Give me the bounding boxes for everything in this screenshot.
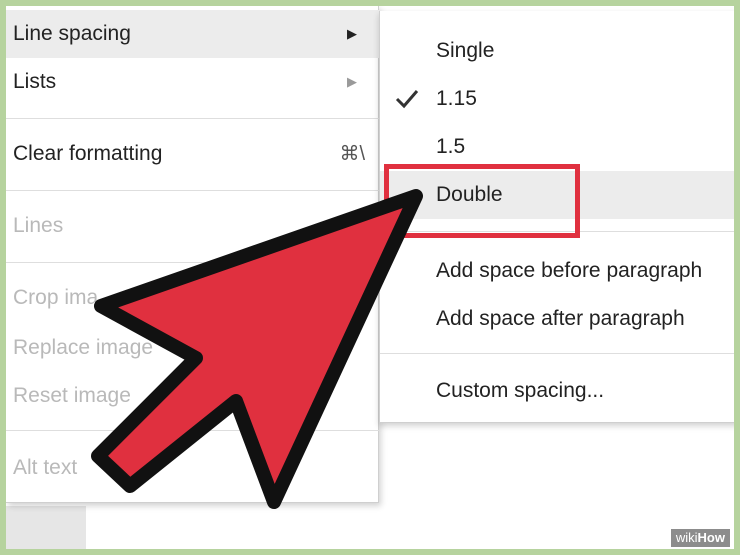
arrow-cursor-icon — [91, 189, 423, 509]
watermark-text-how: How — [697, 530, 725, 545]
screenshot-frame: Line spacing ▶ Lists ▶ Clear formatting … — [6, 6, 734, 549]
watermark-text-wiki: wiki — [675, 530, 698, 545]
wikihow-watermark: wikiHow — [670, 529, 730, 547]
